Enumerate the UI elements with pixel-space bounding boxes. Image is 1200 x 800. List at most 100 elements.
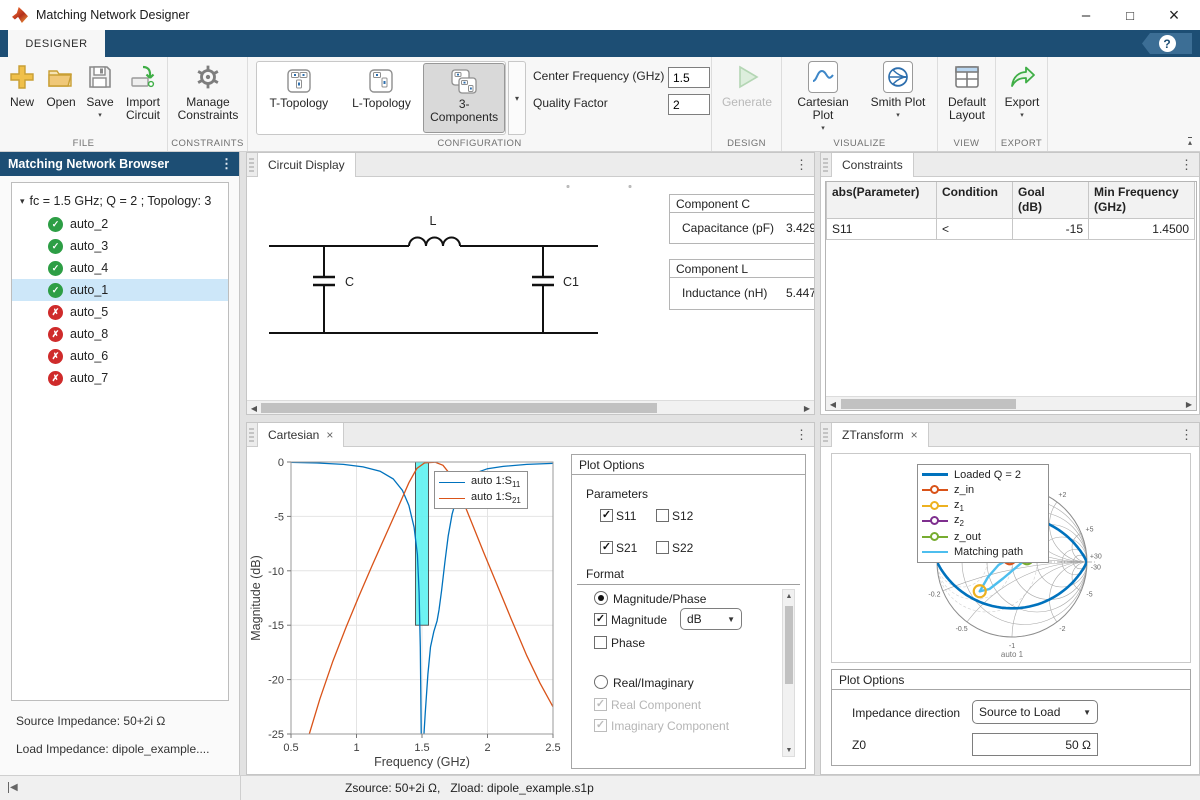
- cross-icon: ✗: [48, 305, 63, 320]
- s12-checkbox[interactable]: [656, 509, 669, 522]
- center-frequency-input[interactable]: [668, 67, 710, 88]
- check-icon: ✓: [48, 217, 63, 232]
- t-topology-button[interactable]: T-Topology: [258, 63, 340, 133]
- s21-checkbox[interactable]: [600, 541, 613, 554]
- help-button[interactable]: ?: [1142, 33, 1192, 54]
- cross-icon: ✗: [48, 371, 63, 386]
- open-button[interactable]: Open: [42, 61, 80, 109]
- tree-item-auto_5[interactable]: ✗auto_5: [12, 301, 228, 323]
- circuit-hscrollbar[interactable]: ◀ ▶: [247, 400, 814, 414]
- table-cell[interactable]: -15: [1013, 219, 1089, 240]
- generate-button[interactable]: Generate: [719, 61, 775, 109]
- collapse-ribbon-icon[interactable]: ▴: [1188, 137, 1192, 147]
- import-circuit-button[interactable]: Import Circuit: [120, 61, 166, 122]
- dropdown-arrow-icon: ▼: [727, 615, 735, 624]
- tab-constraints[interactable]: Constraints: [831, 153, 914, 177]
- capacitance-value[interactable]: 3.429: [786, 221, 815, 235]
- tree-root[interactable]: ▾ fc = 1.5 GHz; Q = 2 ; Topology: 3: [12, 189, 228, 213]
- panel-grip-icon[interactable]: [249, 428, 254, 442]
- export-button[interactable]: Export ▾: [1001, 61, 1043, 119]
- column-header: Condition: [937, 182, 1013, 219]
- circuit-panel-menu-icon[interactable]: ⋮: [795, 157, 808, 173]
- magnitude-phase-radio[interactable]: [594, 591, 608, 605]
- phase-checkbox[interactable]: [594, 636, 607, 649]
- tree-item-auto_7[interactable]: ✗auto_7: [12, 367, 228, 389]
- l-topology-button[interactable]: L-Topology: [341, 63, 423, 133]
- real-component-checkbox[interactable]: [594, 698, 607, 711]
- impedance-direction-dropdown[interactable]: Source to Load ▼: [972, 700, 1098, 724]
- scroll-left-icon[interactable]: ◀: [247, 401, 261, 415]
- collapse-sidebar-icon[interactable]: ◀: [8, 782, 18, 793]
- format-vscrollbar[interactable]: ▲ ▼: [782, 589, 795, 757]
- ztransform-panel-menu-icon[interactable]: ⋮: [1180, 427, 1193, 443]
- magnitude-unit-dropdown[interactable]: dB ▼: [680, 608, 742, 630]
- scroll-right-icon[interactable]: ▶: [800, 401, 814, 415]
- scroll-up-icon[interactable]: ▲: [783, 590, 795, 602]
- export-dropdown-icon[interactable]: ▾: [1020, 111, 1024, 119]
- cartesian-plot-dropdown-icon[interactable]: ▾: [821, 124, 825, 132]
- smith-chart-container: +0.2+0.5+1+2+5+30-30-5-2-1-0.5-0.2auto 1…: [831, 453, 1191, 663]
- table-cell[interactable]: <: [937, 219, 1013, 240]
- browser-menu-icon[interactable]: ⋮: [220, 156, 233, 172]
- tree-item-label: auto_8: [70, 327, 108, 341]
- panel-grip-icon[interactable]: [249, 158, 254, 172]
- scroll-right-icon[interactable]: ▶: [1182, 397, 1196, 411]
- source-impedance-text: Source Impedance: 50+2i Ω: [16, 714, 165, 728]
- smith-plot-button[interactable]: Smith Plot ▾: [866, 61, 930, 119]
- manage-constraints-button[interactable]: Manage Constraints: [172, 61, 244, 122]
- scroll-thumb[interactable]: [841, 399, 1016, 409]
- tab-ztransform[interactable]: ZTransform ×: [831, 423, 929, 447]
- save-button[interactable]: Save ▾: [82, 61, 118, 119]
- tab-close-icon[interactable]: ×: [911, 428, 918, 442]
- tab-designer[interactable]: DESIGNER: [8, 30, 105, 57]
- inductance-value[interactable]: 5.447: [786, 286, 815, 300]
- tree-item-auto_4[interactable]: ✓auto_4: [12, 257, 228, 279]
- scroll-left-icon[interactable]: ◀: [826, 397, 840, 411]
- minimize-button[interactable]: –: [1064, 0, 1108, 30]
- smith-plot-dropdown-icon[interactable]: ▾: [896, 111, 900, 119]
- real-imaginary-radio[interactable]: [594, 675, 608, 689]
- ztransform-plot-options: Plot Options Impedance direction Source …: [831, 669, 1191, 766]
- s11-label: S11: [616, 509, 636, 523]
- scroll-thumb[interactable]: [785, 606, 793, 684]
- tree-item-auto_6[interactable]: ✗auto_6: [12, 345, 228, 367]
- maximize-button[interactable]: □: [1108, 0, 1152, 30]
- close-button[interactable]: ×: [1152, 0, 1196, 30]
- imaginary-component-checkbox[interactable]: [594, 719, 607, 732]
- quality-factor-input[interactable]: [668, 94, 710, 115]
- gear-icon: [195, 61, 221, 93]
- tree-item-auto_3[interactable]: ✓auto_3: [12, 235, 228, 257]
- save-dropdown-icon[interactable]: ▾: [98, 111, 102, 119]
- three-components-button[interactable]: 3- Components: [423, 63, 505, 133]
- ribbon-section-design: Generate DESIGN: [712, 57, 782, 151]
- tab-cartesian[interactable]: Cartesian ×: [257, 423, 344, 447]
- tab-circuit-display[interactable]: Circuit Display: [257, 153, 356, 177]
- tree-item-auto_2[interactable]: ✓auto_2: [12, 213, 228, 235]
- section-label-file: FILE: [0, 138, 167, 149]
- cartesian-panel-menu-icon[interactable]: ⋮: [795, 427, 808, 443]
- new-button[interactable]: New: [4, 61, 40, 109]
- scroll-down-icon[interactable]: ▼: [783, 744, 795, 756]
- tree-item-auto_1[interactable]: ✓auto_1: [12, 279, 228, 301]
- ribbon-section-export: Export ▾ EXPORT: [996, 57, 1048, 151]
- scroll-thumb[interactable]: [261, 403, 657, 413]
- s22-checkbox[interactable]: [656, 541, 669, 554]
- svg-text:1: 1: [353, 742, 359, 754]
- ztransform-tabbar: ZTransform × ⋮: [821, 423, 1199, 447]
- z0-input[interactable]: 50 Ω: [972, 733, 1098, 756]
- tab-close-icon[interactable]: ×: [326, 428, 333, 442]
- panel-grip-icon[interactable]: [823, 158, 828, 172]
- legend-entry: Matching path: [922, 545, 1042, 561]
- table-cell[interactable]: 1.4500: [1089, 219, 1195, 240]
- constraints-panel-menu-icon[interactable]: ⋮: [1180, 157, 1193, 173]
- panel-grip-icon[interactable]: [823, 428, 828, 442]
- s11-checkbox[interactable]: [600, 509, 613, 522]
- default-layout-button[interactable]: Default Layout: [943, 61, 991, 122]
- tree-expander-icon[interactable]: ▾: [20, 196, 25, 207]
- topology-gallery-dropdown[interactable]: ▾: [508, 61, 526, 135]
- constraints-hscrollbar[interactable]: ◀ ▶: [826, 396, 1196, 410]
- cartesian-plot-button[interactable]: Cartesian Plot ▾: [786, 61, 860, 132]
- table-cell[interactable]: S11: [827, 219, 937, 240]
- magnitude-checkbox[interactable]: [594, 613, 607, 626]
- tree-item-auto_8[interactable]: ✗auto_8: [12, 323, 228, 345]
